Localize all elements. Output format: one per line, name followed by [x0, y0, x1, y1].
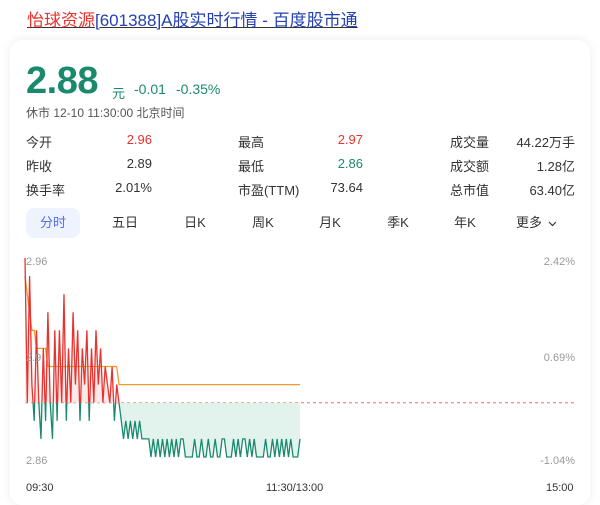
- price-area-down: [25, 402, 300, 457]
- x-tick-midday: 11:30/13:00: [266, 482, 324, 494]
- avg-price-line: [24, 276, 300, 386]
- x-tick-open: 09:30: [26, 482, 54, 494]
- y-right-tick-mid: 0.69%: [543, 352, 575, 364]
- y-left-tick-high: 2.96: [26, 256, 48, 268]
- y-right-tick-low: -1.04%: [540, 455, 575, 467]
- intraday-chart[interactable]: [0, 0, 600, 505]
- y-right-tick-high: 2.42%: [543, 256, 575, 268]
- y-left-tick-mid: 2.9: [26, 352, 42, 364]
- x-tick-close: 15:00: [546, 482, 574, 494]
- y-left-tick-low: 2.86: [26, 455, 48, 467]
